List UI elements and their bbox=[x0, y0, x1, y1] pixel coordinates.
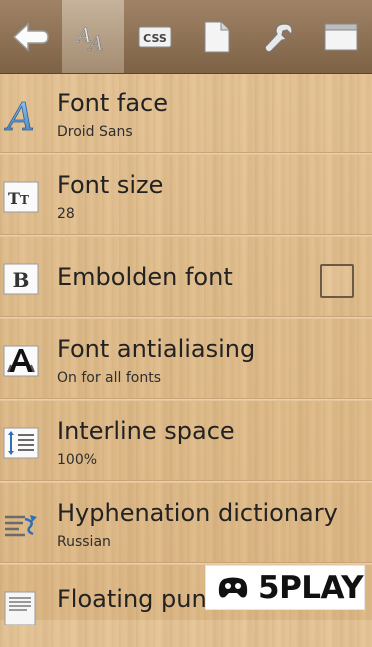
setting-title: Font size bbox=[57, 171, 164, 199]
back-arrow-icon bbox=[12, 21, 49, 52]
top-toolbar: A A CSS bbox=[0, 0, 372, 74]
gamepad-icon bbox=[218, 577, 248, 597]
setting-value: On for all fonts bbox=[57, 370, 162, 386]
line-spacing-icon bbox=[3, 427, 39, 459]
setting-value: Russian bbox=[57, 534, 111, 550]
tab-page[interactable] bbox=[186, 0, 248, 73]
setting-title: Embolden font bbox=[57, 263, 233, 291]
watermark-text: 5PLAY bbox=[258, 569, 364, 606]
embolden-checkbox[interactable] bbox=[320, 264, 354, 298]
bold-icon: B bbox=[3, 263, 39, 295]
tab-tools[interactable] bbox=[248, 0, 310, 73]
svg-text:A: A bbox=[87, 31, 103, 52]
font-size-icon: T T bbox=[3, 181, 39, 213]
wrench-icon bbox=[264, 22, 293, 52]
setting-title: Font face bbox=[57, 89, 168, 117]
setting-font-face[interactable]: A Font face Droid Sans bbox=[0, 73, 372, 155]
setting-value: 100% bbox=[57, 452, 98, 468]
setting-hyphenation-dictionary[interactable]: Hyphenation dictionary Russian bbox=[0, 483, 372, 565]
settings-list: A Font face Droid Sans T T Font size 28 … bbox=[0, 73, 372, 647]
setting-title: Hyphenation dictionary bbox=[57, 499, 338, 527]
setting-title: Font antialiasing bbox=[57, 335, 256, 363]
tab-font-styles[interactable]: A A bbox=[62, 0, 124, 73]
tab-css[interactable]: CSS bbox=[124, 0, 186, 73]
hyphenation-icon bbox=[5, 515, 37, 537]
setting-value: 28 bbox=[57, 206, 75, 222]
back-button[interactable] bbox=[0, 0, 62, 73]
setting-font-size[interactable]: T T Font size 28 bbox=[0, 155, 372, 237]
setting-interline-space[interactable]: Interline space 100% bbox=[0, 401, 372, 483]
tab-window[interactable] bbox=[310, 0, 372, 73]
css-tab-label: CSS bbox=[143, 32, 167, 45]
page-icon bbox=[204, 21, 230, 52]
setting-value: Droid Sans bbox=[57, 124, 133, 140]
watermark-badge: 5PLAY bbox=[205, 565, 365, 610]
svg-text:T: T bbox=[20, 193, 29, 207]
css-icon: CSS bbox=[138, 26, 172, 47]
svg-text:B: B bbox=[13, 268, 30, 292]
font-styles-icon: A A bbox=[76, 22, 104, 52]
antialiasing-icon bbox=[3, 345, 39, 377]
svg-text:T: T bbox=[8, 189, 20, 208]
svg-text:A: A bbox=[4, 97, 34, 133]
setting-embolden-font[interactable]: B Embolden font bbox=[0, 237, 372, 319]
window-icon bbox=[324, 23, 358, 50]
font-face-icon: A bbox=[4, 97, 35, 133]
setting-font-antialiasing[interactable]: Font antialiasing On for all fonts bbox=[0, 319, 372, 401]
setting-title: Interline space bbox=[57, 417, 235, 445]
